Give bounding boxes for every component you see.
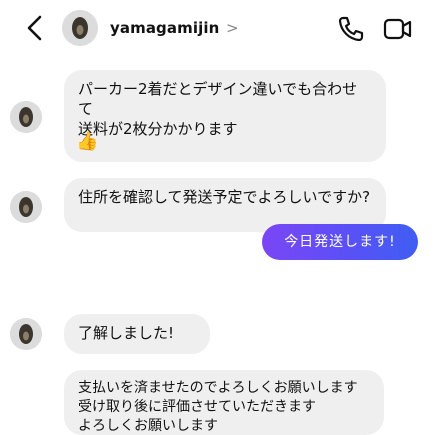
video-camera-icon <box>383 18 412 40</box>
call-button[interactable] <box>336 14 366 44</box>
chevron-left-icon <box>27 15 42 41</box>
contact-name[interactable]: yamagamijin <box>110 19 219 37</box>
message-bubble[interactable]: パーカー2着だとデザイン違いでも合わせて 送料が2枚分かかります <box>64 70 386 162</box>
chat-header: yamagamijin > <box>0 0 435 58</box>
chevron-right-icon: > <box>226 19 239 37</box>
contact-avatar-small[interactable] <box>10 191 42 223</box>
message-bubble[interactable]: 支払いを済ませたのでよろしくお願いします 受け取り後に評価させていただきます よ… <box>64 370 384 435</box>
video-call-button[interactable] <box>382 14 414 44</box>
contact-avatar-small[interactable] <box>10 101 42 133</box>
contact-avatar[interactable] <box>62 10 98 46</box>
contact-avatar-small[interactable] <box>10 318 42 350</box>
message-bubble[interactable]: 了解しました! <box>64 314 210 354</box>
thumbs-up-reaction[interactable]: 👍 <box>76 131 98 152</box>
phone-icon <box>338 16 364 42</box>
back-button[interactable] <box>22 13 48 43</box>
sent-message-bubble[interactable]: 今日発送します! <box>262 224 418 260</box>
